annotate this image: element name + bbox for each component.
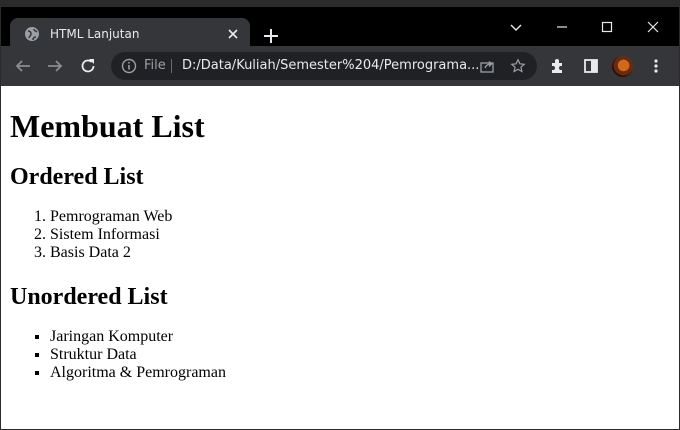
bookmark-star-icon[interactable]: [510, 58, 526, 74]
ordered-list-heading: Ordered List: [10, 164, 144, 190]
tab-strip: HTML Lanjutan: [1, 1, 679, 52]
page-content: Membuat List Ordered List Pemrograman We…: [10, 86, 670, 426]
list-item: Basis Data 2: [50, 244, 670, 262]
forward-arrow-icon[interactable]: [46, 57, 64, 75]
tab-title: HTML Lanjutan: [50, 27, 140, 41]
close-tab-icon[interactable]: [224, 25, 242, 43]
list-item: Jaringan Komputer: [50, 328, 670, 346]
menu-kebab-icon[interactable]: [647, 57, 665, 75]
extensions-puzzle-icon[interactable]: [549, 57, 567, 75]
list-item: Pemrograman Web: [50, 208, 670, 226]
globe-icon: [24, 26, 40, 42]
new-tab-icon[interactable]: [262, 27, 280, 45]
address-bar[interactable]: File D:/Data/Kuliah/Semester%204/Pemrogr…: [111, 52, 537, 80]
list-item: Struktur Data: [50, 346, 670, 364]
close-window-icon[interactable]: [645, 19, 661, 35]
ordered-list: Pemrograman Web Sistem Informasi Basis D…: [10, 208, 670, 262]
reload-icon[interactable]: [79, 57, 97, 75]
info-icon[interactable]: [121, 58, 137, 74]
browser-window: HTML Lanjutan File D:/Data/Kuliah/Semest…: [0, 0, 680, 430]
maximize-icon[interactable]: [599, 19, 615, 35]
minimize-icon[interactable]: [554, 19, 570, 35]
share-icon[interactable]: [479, 58, 495, 74]
back-arrow-icon[interactable]: [14, 57, 32, 75]
url-text[interactable]: D:/Data/Kuliah/Semester%204/Pemrograma..…: [182, 58, 479, 73]
profile-avatar[interactable]: [612, 56, 633, 77]
page-title: Membuat List: [10, 108, 205, 144]
tab-search-chevron-icon[interactable]: [508, 19, 524, 35]
unordered-list-heading: Unordered List: [10, 284, 168, 310]
scheme-label: File: [144, 58, 166, 73]
list-item: Algoritma & Pemrograman: [50, 364, 670, 382]
address-separator: [171, 59, 172, 73]
unordered-list: Jaringan Komputer Struktur Data Algoritm…: [10, 328, 670, 382]
list-item: Sistem Informasi: [50, 226, 670, 244]
side-panel-icon[interactable]: [582, 57, 600, 75]
browser-toolbar: File D:/Data/Kuliah/Semester%204/Pemrogr…: [1, 46, 679, 86]
